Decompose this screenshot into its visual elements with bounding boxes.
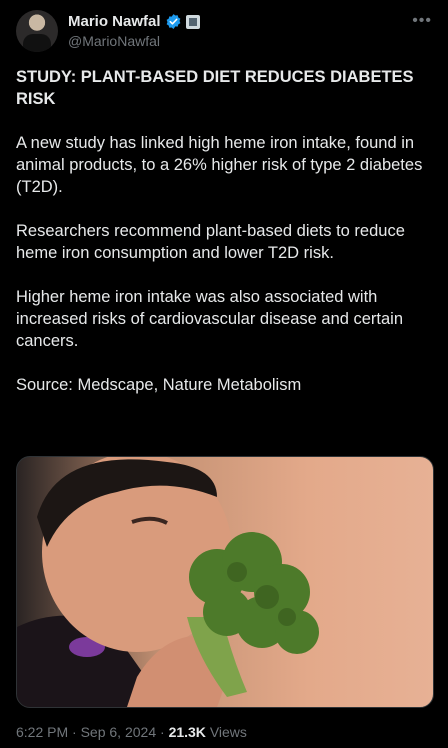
post-source-line: Source: Medscape, Nature Metabolism [16, 376, 302, 394]
post-headline: STUDY: PLANT-BASED DIET REDUCES DIABETES… [16, 68, 414, 108]
views-count: 21.3K [168, 724, 206, 740]
author-display-name[interactable]: Mario Nawfal [68, 13, 161, 30]
views-label: Views [209, 724, 247, 740]
verified-badge-icon [166, 14, 180, 29]
post-metadata: 6:22 PM · Sep 6, 2024 · 21.3K Views [16, 724, 247, 740]
post-time[interactable]: 6:22 PM [16, 724, 68, 740]
separator-dot: · [72, 724, 77, 740]
affiliation-badge-icon[interactable] [185, 14, 200, 29]
separator-dot: · [160, 724, 165, 740]
avatar-figure [23, 34, 51, 52]
post-paragraph-2: Researchers recommend plant-based diets … [16, 222, 405, 262]
avatar[interactable] [16, 10, 58, 52]
post-date[interactable]: Sep 6, 2024 [81, 724, 157, 740]
author-handle[interactable]: @MarioNawfal [68, 33, 160, 49]
post-paragraph-3: Higher heme iron intake was also associa… [16, 288, 404, 350]
post-text: STUDY: PLANT-BASED DIET REDUCES DIABETES… [16, 66, 432, 418]
post-header: Mario Nawfal @MarioNawfal ••• [16, 8, 432, 56]
post-media-image[interactable] [16, 456, 434, 708]
author-name-line: Mario Nawfal [68, 13, 200, 30]
more-horizontal-icon[interactable]: ••• [412, 12, 432, 30]
photo-man-eating-broccoli [17, 457, 319, 707]
post-paragraph-1: A new study has linked high heme iron in… [16, 134, 423, 196]
